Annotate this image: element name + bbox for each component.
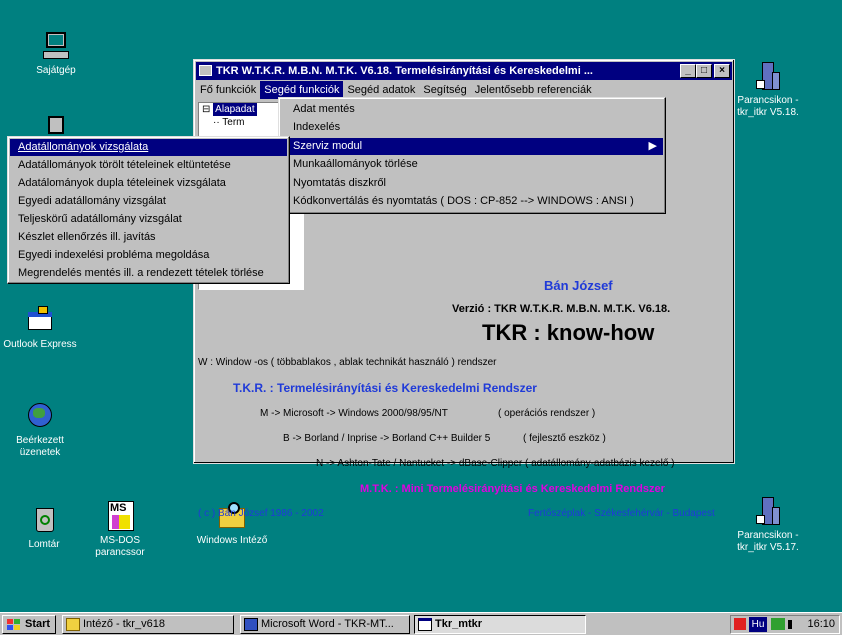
window-titlebar[interactable]: TKR W.T.K.R. M.B.N. M.T.K. V6.18. Termel… xyxy=(196,62,732,80)
maximize-button[interactable]: □ xyxy=(696,64,712,78)
menu-item-adatallomanyok-vizsgalata[interactable]: Adatállományok vizsgálata xyxy=(10,139,287,156)
minimize-button[interactable]: _ xyxy=(680,64,696,78)
submenu-arrow-icon: ▶ xyxy=(648,140,657,152)
menu-fo-funkciok[interactable]: Fő funkciók xyxy=(196,81,260,99)
menu-item-adat-mentes[interactable]: Adat mentés xyxy=(281,101,663,118)
ms-icon-text: MS xyxy=(110,502,127,514)
author-name: Bán József xyxy=(544,278,613,293)
desktop-icon-outlook-express[interactable]: Outlook Express xyxy=(0,304,80,351)
menu-item-indexelesi-problema[interactable]: Egyedi indexelési probléma megoldása xyxy=(10,247,287,264)
copyright: ( c ) Bán József 1986 - 2002 xyxy=(198,508,324,519)
b-note: ( fejlesztő eszköz ) xyxy=(523,433,606,444)
menu-item-teljeskoru-vizsgalat[interactable]: Teljeskörű adatállomány vizsgálat xyxy=(10,211,287,228)
tray-icon-volume[interactable] xyxy=(788,620,792,629)
taskbar: Start Intéző - tkr_v618 Microsoft Word -… xyxy=(0,612,842,635)
b-line: B -> Borland / Inprise -> Borland C++ Bu… xyxy=(283,433,491,444)
outlook-express-icon xyxy=(24,304,56,336)
desktop-icon-label: Parancsikon - tkr_itkr V5.17. xyxy=(737,530,799,553)
desktop-icon-inbox[interactable]: Beérkezett üzenetek xyxy=(0,400,80,459)
explorer-task-icon xyxy=(66,618,80,631)
desktop-icon-label: Beérkezett üzenetek xyxy=(16,435,64,458)
desktop-icon-label: Windows Intéző xyxy=(196,535,268,546)
tkr-task-icon xyxy=(418,618,432,631)
recycle-bin-icon xyxy=(28,504,60,536)
close-button[interactable]: × xyxy=(714,64,730,78)
menu-item-kodkonvertalas[interactable]: Kódkonvertálás és nyomtatás ( DOS : CP-8… xyxy=(281,193,663,210)
desktop-icon-tkr-shortcut-518[interactable]: Parancsikon - tkr_itkr V5.18. xyxy=(728,60,808,119)
desktop-icon-partial[interactable] xyxy=(16,116,96,137)
ms-dos-icon: MS xyxy=(104,500,136,532)
app-icon xyxy=(199,65,212,76)
m-line: M -> Microsoft -> Windows 2000/98/95/NT xyxy=(260,408,448,419)
building-shortcut-icon xyxy=(752,495,784,527)
word-task-icon xyxy=(244,618,258,631)
menu-item-szerviz-modul[interactable]: Szerviz modul ▶ xyxy=(281,138,663,155)
clock: 16:10 xyxy=(807,618,835,630)
desktop-icon-tkr-shortcut-517[interactable]: Parancsikon - tkr_itkr V5.17. xyxy=(728,495,808,554)
desktop-icon-recycle-bin[interactable]: Lomtár xyxy=(4,504,84,551)
places: Fertőszéplak - Székesfehérvár - Budapest xyxy=(528,508,715,519)
knowhow-text: TKR : know-how xyxy=(482,320,655,345)
window-title: TKR W.T.K.R. M.B.N. M.T.K. V6.18. Termel… xyxy=(216,65,593,77)
tkr-line: T.K.R. : Termelésirányítási és Kereskede… xyxy=(233,381,537,395)
menu-item-nyomtatas-diszkrol[interactable]: Nyomtatás diszkről xyxy=(281,175,663,192)
computer-icon xyxy=(40,30,72,62)
menu-item-torolt-tetelek[interactable]: Adatállományok törölt tételeinek eltünte… xyxy=(10,157,287,174)
n-line: N -> Ashton-Tate / Nantucket -> dBase-Cl… xyxy=(316,458,675,469)
tray-icon-network[interactable] xyxy=(771,618,785,630)
w-line: W : Window -os ( többablakos , ablak tec… xyxy=(198,357,497,368)
network-icon xyxy=(40,116,72,134)
start-button[interactable]: Start xyxy=(2,615,56,634)
building-shortcut-icon xyxy=(752,60,784,92)
szerviz-modul-popup: Adatállományok vizsgálata Adatállományok… xyxy=(7,136,290,284)
globe-mail-icon xyxy=(24,400,56,432)
version-text: Verzió : TKR W.T.K.R. M.B.N. M.T.K. V6.1… xyxy=(452,303,671,315)
taskbar-button-explorer[interactable]: Intéző - tkr_v618 xyxy=(62,615,234,634)
menu-item-dupla-tetelek[interactable]: Adatálományok dupla tételeinek vizsgálat… xyxy=(10,175,287,192)
taskbar-button-word[interactable]: Microsoft Word - TKR-MT... xyxy=(240,615,410,634)
desktop-icon-label: MS-DOS parancssor xyxy=(95,535,145,558)
menu-item-megrendeles-mentes[interactable]: Megrendelés mentés ill. a rendezett téte… xyxy=(10,265,287,282)
menu-item-indexeles[interactable]: Indexelés xyxy=(281,119,663,136)
desktop-icon-label: Parancsikon - tkr_itkr V5.18. xyxy=(737,95,799,118)
desktop-icon-my-computer[interactable]: Sajátgép xyxy=(16,30,96,77)
menu-item-egyedi-vizsgalat[interactable]: Egyedi adatállomány vizsgálat xyxy=(10,193,287,210)
start-label: Start xyxy=(25,618,51,630)
menu-item-keszlet-ellenorzes[interactable]: Készlet ellenőrzés ill. javítás xyxy=(10,229,287,246)
desktop-icon-label: Outlook Express xyxy=(3,339,77,350)
menu-item-munkaallomanyok-torlese[interactable]: Munkaállományok törlése xyxy=(281,156,663,173)
seged-funkciok-menu: Adat mentés Indexelés Szerviz modul ▶ Mun… xyxy=(278,97,666,214)
desktop-icon-label: Sajátgép xyxy=(36,65,76,76)
desktop-icon-ms-dos[interactable]: MS MS-DOS parancssor xyxy=(80,500,160,559)
mtk-line: M.T.K. : Mini Termelésirányítási és Kere… xyxy=(360,483,665,495)
language-indicator[interactable]: Hu xyxy=(749,617,767,632)
m-note: ( operációs rendszer ) xyxy=(498,408,596,419)
desktop-icon-label: Lomtár xyxy=(28,539,60,550)
tray-icon-red[interactable] xyxy=(734,618,746,630)
system-tray: Hu 16:10 xyxy=(730,615,840,634)
windows-flag-icon xyxy=(7,619,21,631)
taskbar-button-tkr[interactable]: Tkr_mtkr xyxy=(414,615,586,634)
